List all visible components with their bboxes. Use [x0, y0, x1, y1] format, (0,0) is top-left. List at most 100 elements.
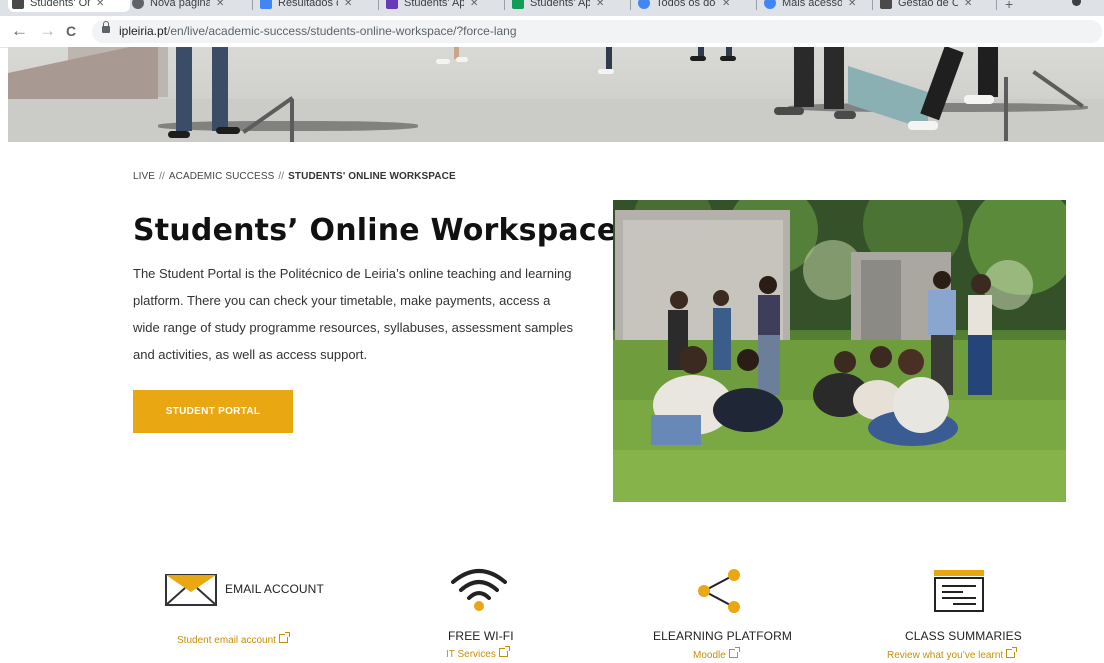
banner-person [834, 111, 856, 119]
external-link-icon [728, 647, 740, 658]
hero-banner-image [8, 47, 1104, 142]
tab-close-icon[interactable]: ✕ [722, 0, 730, 9]
address-bar[interactable]: ipleiria.pt/en/live/academic-success/stu… [92, 20, 1102, 43]
student-portal-button[interactable]: STUDENT PORTAL [133, 390, 293, 433]
tab-favicon-icon [638, 0, 650, 9]
tab-close-icon[interactable]: ✕ [216, 0, 224, 9]
forward-icon[interactable]: → [39, 21, 56, 41]
banner-person [964, 95, 994, 104]
it-services-link-label: IT Services [446, 649, 496, 660]
tab-favicon-icon [260, 0, 272, 9]
profile-icon[interactable] [1072, 0, 1081, 6]
banner-rail [1004, 77, 1008, 141]
tab-separator [996, 0, 997, 10]
tab-title: Mais acessos, [782, 0, 842, 9]
student-email-link[interactable]: Student email account [177, 632, 290, 646]
breadcrumb-item[interactable]: ACADEMIC SUCCESS [169, 171, 275, 182]
browser-tab[interactable]: Students' App ✕ [382, 0, 504, 12]
banner-person [168, 131, 190, 138]
banner-person [824, 47, 844, 109]
banner-person [774, 107, 804, 115]
free-wifi-title: FREE WI-FI [448, 629, 514, 643]
banner-person [720, 56, 736, 61]
intro-paragraph: The Student Portal is the Politécnico de… [133, 266, 574, 362]
browser-tab[interactable]: Students' Onl ✕ [8, 0, 130, 12]
envelope-icon [165, 574, 217, 606]
banner-person [598, 69, 614, 74]
tab-close-icon[interactable]: ✕ [96, 0, 104, 9]
tab-title: Todos os docu [656, 0, 716, 9]
browser-tab[interactable]: Todos os docu ✕ [634, 0, 756, 12]
tab-favicon-icon [512, 0, 524, 9]
tab-close-icon[interactable]: ✕ [344, 0, 352, 9]
breadcrumb: LIVE//ACADEMIC SUCCESS//STUDENTS' ONLINE… [133, 171, 456, 182]
tab-title: Resultados da [278, 0, 338, 9]
reload-icon[interactable]: C [66, 21, 76, 41]
browser-tab[interactable]: Students' App ✕ [508, 0, 630, 12]
banner-rail [290, 99, 294, 142]
tab-title: Students' App [404, 0, 464, 9]
banner-person [794, 47, 814, 107]
browser-tab[interactable]: Gestão de Cli ✕ [876, 0, 998, 12]
tab-separator [872, 0, 873, 10]
it-services-link[interactable]: IT Services [446, 646, 510, 660]
tab-favicon-icon [880, 0, 892, 9]
url-text[interactable]: ipleiria.pt/en/live/academic-success/stu… [119, 24, 517, 38]
url-host: ipleiria.pt [119, 24, 168, 38]
tab-title: Nova página [150, 0, 210, 9]
browser-toolbar: ← → C ipleiria.pt/en/live/academic-succe… [0, 16, 1104, 48]
url-path: /en/live/academic-success/students-onlin… [167, 24, 517, 38]
email-account-title: EMAIL ACCOUNT [225, 582, 324, 596]
moodle-link[interactable]: Moodle [693, 647, 740, 661]
browser-tab-strip: Students' Onl ✕ Nova página ✕ Resultados… [0, 0, 1104, 16]
tab-close-icon[interactable]: ✕ [848, 0, 856, 9]
browser-tab[interactable]: Resultados da ✕ [256, 0, 378, 12]
breadcrumb-separator: // [278, 171, 285, 182]
share-icon [698, 569, 740, 613]
breadcrumb-separator: // [159, 171, 165, 182]
tab-separator [630, 0, 631, 10]
banner-person [606, 47, 612, 69]
banner-shadow [158, 121, 418, 131]
banner-person [978, 47, 998, 97]
breadcrumb-item[interactable]: LIVE [133, 171, 155, 182]
banner-person [216, 127, 240, 134]
tab-favicon-icon [764, 0, 776, 9]
tab-close-icon[interactable]: ✕ [964, 0, 972, 9]
browser-tab[interactable]: Nova página ✕ [128, 0, 252, 12]
banner-person [456, 57, 468, 62]
tab-separator [756, 0, 757, 10]
banner-person [176, 47, 192, 131]
students-photo-illustration [613, 200, 1066, 502]
tab-favicon-icon [12, 0, 24, 9]
back-icon[interactable]: ← [11, 21, 28, 41]
tab-close-icon[interactable]: ✕ [470, 0, 478, 9]
class-summaries-title: CLASS SUMMARIES [905, 629, 1022, 643]
banner-person [690, 56, 706, 61]
tab-favicon-icon [386, 0, 398, 9]
class-summary-icon [934, 570, 984, 612]
external-link-icon [1006, 647, 1018, 658]
banner-person [436, 59, 450, 64]
page-title: Students’ Online Workspace [133, 213, 618, 248]
banner-person [212, 47, 228, 131]
wifi-icon [451, 569, 507, 611]
review-learnt-link-label: Review what you’ve learnt [887, 650, 1004, 661]
tab-separator [378, 0, 379, 10]
tab-title: Gestão de Cli [898, 0, 958, 9]
review-learnt-link[interactable]: Review what you’ve learnt [887, 647, 1018, 661]
moodle-link-label: Moodle [693, 650, 726, 661]
lock-icon[interactable] [102, 21, 110, 33]
student-email-link-label: Student email account [177, 635, 276, 646]
new-tab-icon[interactable]: + [1005, 0, 1013, 12]
elearning-platform-title: ELEARNING PLATFORM [653, 629, 792, 643]
students-photo [613, 200, 1066, 502]
tab-close-icon[interactable]: ✕ [596, 0, 604, 9]
tab-separator [252, 0, 253, 10]
tab-favicon-icon [132, 0, 144, 9]
tab-title: Students' Onl [30, 0, 90, 9]
banner-person [908, 121, 938, 130]
external-link-icon [278, 632, 290, 643]
browser-tab[interactable]: Mais acessos, ✕ [760, 0, 874, 12]
breadcrumb-current: STUDENTS' ONLINE WORKSPACE [288, 171, 456, 182]
